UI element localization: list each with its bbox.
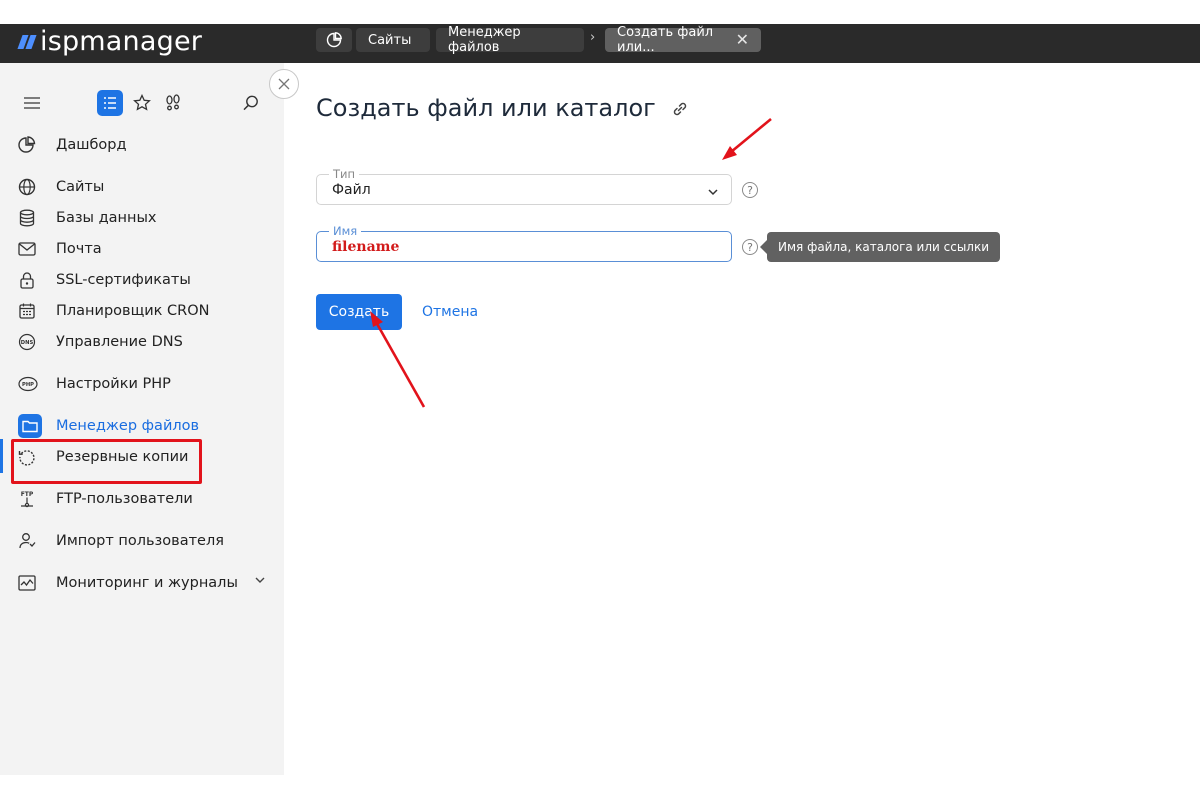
sidebar-item-dns[interactable]: DNS Управление DNS [18, 329, 183, 355]
sidebar-item-label: Почта [56, 241, 102, 257]
breadcrumb-sites[interactable]: Сайты [356, 28, 430, 52]
globe-icon [18, 176, 48, 198]
footprints-icon[interactable] [163, 93, 183, 113]
app-window: ispmanager Сайты Менеджер файлов › Созда… [0, 24, 1200, 775]
name-label: Имя [329, 224, 362, 238]
sidebar-item-import-user[interactable]: Импорт пользователя [18, 528, 224, 554]
name-value: filename [332, 239, 400, 255]
user-import-icon [18, 530, 48, 552]
annotation-highlight-box [11, 439, 202, 484]
type-label: Тип [329, 167, 360, 181]
breadcrumb-label: Создать файл или... [617, 25, 714, 55]
sidebar-item-label: SSL-сертификаты [56, 272, 191, 288]
link-icon[interactable] [670, 99, 690, 123]
php-icon-text: PHP [22, 382, 34, 388]
menu-icon[interactable] [22, 95, 42, 111]
breadcrumb-label: Менеджер файлов [448, 25, 521, 55]
breadcrumb-file-manager[interactable]: Менеджер файлов [436, 25, 584, 55]
sidebar-item-mail[interactable]: Почта [18, 236, 102, 262]
logo-mark-icon [17, 33, 37, 49]
breadcrumb-current[interactable]: Создать файл или... ✕ [605, 25, 761, 55]
help-icon[interactable]: ? [742, 239, 758, 255]
calendar-icon [18, 300, 48, 322]
name-tooltip: Имя файла, каталога или ссылки [759, 232, 1001, 262]
dns-icon: DNS [18, 331, 48, 353]
sidebar-item-file-manager[interactable]: Менеджер файлов [18, 413, 199, 439]
active-indicator [0, 439, 3, 473]
ftp-icon: FTP [18, 488, 48, 510]
app-logo[interactable]: ispmanager [17, 25, 203, 57]
breadcrumb-dashboard[interactable] [316, 28, 352, 52]
chevron-down-icon[interactable] [707, 183, 719, 202]
pie-chart-icon [18, 134, 48, 156]
close-tab-icon[interactable]: ✕ [736, 32, 749, 48]
sidebar-item-monitoring[interactable]: Мониторинг и журналы [18, 570, 266, 596]
sidebar-item-label: Менеджер файлов [56, 418, 200, 434]
top-bar: ispmanager Сайты Менеджер файлов › Созда… [0, 24, 1200, 63]
database-icon [18, 207, 48, 229]
sidebar-item-cron[interactable]: Планировщик CRON [18, 298, 210, 324]
breadcrumb-label: Сайты [368, 32, 412, 48]
search-icon[interactable] [241, 93, 261, 113]
page-title: Создать файл или каталог [316, 94, 656, 122]
dns-icon-text: DNS [21, 340, 34, 346]
sidebar-item-databases[interactable]: Базы данных [18, 205, 157, 231]
close-panel-icon[interactable] [269, 69, 299, 99]
logo-text: ispmanager [40, 25, 203, 57]
chevron-down-icon[interactable] [254, 574, 266, 590]
monitor-icon [18, 572, 48, 594]
sidebar-item-ftp[interactable]: FTP FTP-пользователи [18, 486, 193, 512]
dashboard-icon [326, 32, 342, 48]
sidebar-item-sites[interactable]: Сайты [18, 174, 104, 200]
sidebar-item-label: Базы данных [56, 210, 157, 226]
type-select[interactable]: Тип Файл [316, 167, 732, 205]
sidebar-item-label: Настройки PHP [56, 376, 171, 392]
sidebar-item-label: Мониторинг и журналы [56, 575, 238, 591]
list-icon[interactable] [97, 90, 123, 116]
star-icon[interactable] [132, 93, 152, 113]
sidebar: Дашборд Сайты Базы данных Почта SSL-серт… [0, 63, 284, 775]
help-icon[interactable]: ? [742, 182, 758, 198]
main-content: Создать файл или каталог Тип Файл ? Имя … [284, 63, 1200, 775]
tooltip-text: Имя файла, каталога или ссылки [778, 240, 990, 254]
sidebar-item-php[interactable]: PHP Настройки PHP [18, 371, 171, 397]
cancel-button[interactable]: Отмена [422, 304, 478, 320]
folder-icon [18, 414, 48, 438]
type-value: Файл [332, 182, 371, 198]
sidebar-item-label: Управление DNS [56, 334, 183, 350]
ftp-icon-text: FTP [21, 491, 34, 498]
create-button[interactable]: Создать [316, 294, 402, 330]
sidebar-item-label: Планировщик CRON [56, 303, 210, 319]
sidebar-item-label: Дашборд [56, 137, 127, 153]
lock-icon [18, 269, 48, 291]
sidebar-item-label: Сайты [56, 179, 105, 195]
sidebar-item-label: FTP-пользователи [56, 491, 193, 507]
sidebar-item-ssl[interactable]: SSL-сертификаты [18, 267, 191, 293]
mail-icon [18, 238, 48, 260]
breadcrumb-separator-icon: › [590, 30, 596, 45]
name-input[interactable]: Имя filename [316, 224, 732, 262]
sidebar-item-dashboard[interactable]: Дашборд [18, 132, 127, 158]
sidebar-item-label: Импорт пользователя [56, 533, 224, 549]
php-icon: PHP [18, 373, 48, 395]
